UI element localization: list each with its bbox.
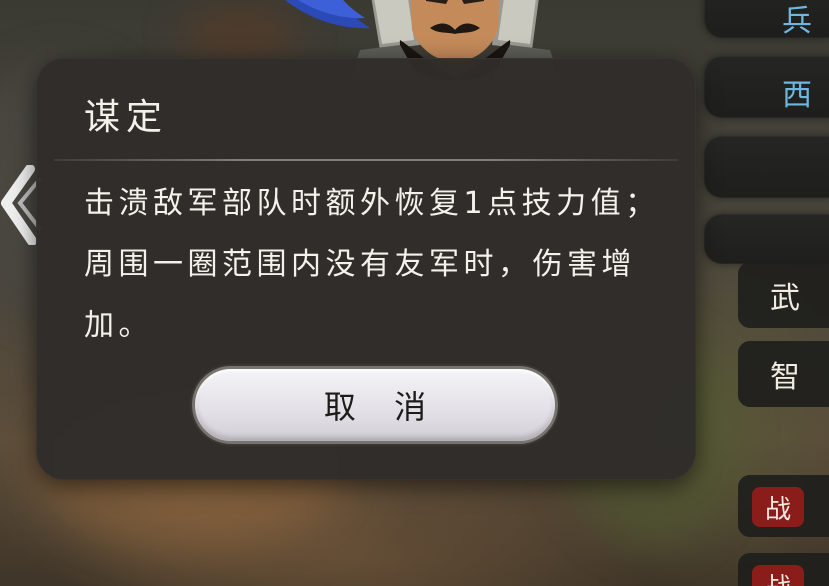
skill-info-dialog: 谋定 击溃敌军部队时额外恢复1点技力值；周围一圈范围内没有友军时，伤害增加。 取… <box>36 58 696 480</box>
skill-description: 击溃敌军部队时额外恢复1点技力值；周围一圈范围内没有友军时，伤害增加。 <box>84 186 660 343</box>
cancel-button-label: 取 消 <box>323 388 441 426</box>
battle-entry[interactable]: 战 <box>738 553 829 586</box>
battle-badge: 战 <box>752 487 804 527</box>
battle-entry[interactable]: 战 <box>738 475 829 537</box>
dialog-divider <box>54 159 678 161</box>
cancel-button[interactable]: 取 消 <box>192 366 558 444</box>
side-tab-label: 兵 <box>782 4 814 38</box>
stat-intellect[interactable]: 智 <box>738 341 829 407</box>
side-tab-4[interactable] <box>704 214 829 264</box>
stat-force[interactable]: 武 <box>738 262 829 328</box>
side-tab-troops[interactable]: 兵 <box>704 0 829 38</box>
dialog-title: 谋定 <box>84 97 169 138</box>
side-panel: 兵 西 武 智 战 战 <box>698 0 829 586</box>
side-tab-label: 西 <box>782 78 814 113</box>
side-tab-region[interactable]: 西 <box>704 56 829 118</box>
side-tab-3[interactable] <box>704 136 829 198</box>
stat-label: 武 <box>770 281 800 316</box>
battle-badge: 战 <box>752 565 804 586</box>
stat-label: 智 <box>770 360 800 395</box>
game-scene: 兵 西 武 智 战 战 谋定 击溃敌军部队时额外恢复1点技力值；周围一圈范围内没… <box>0 0 829 586</box>
